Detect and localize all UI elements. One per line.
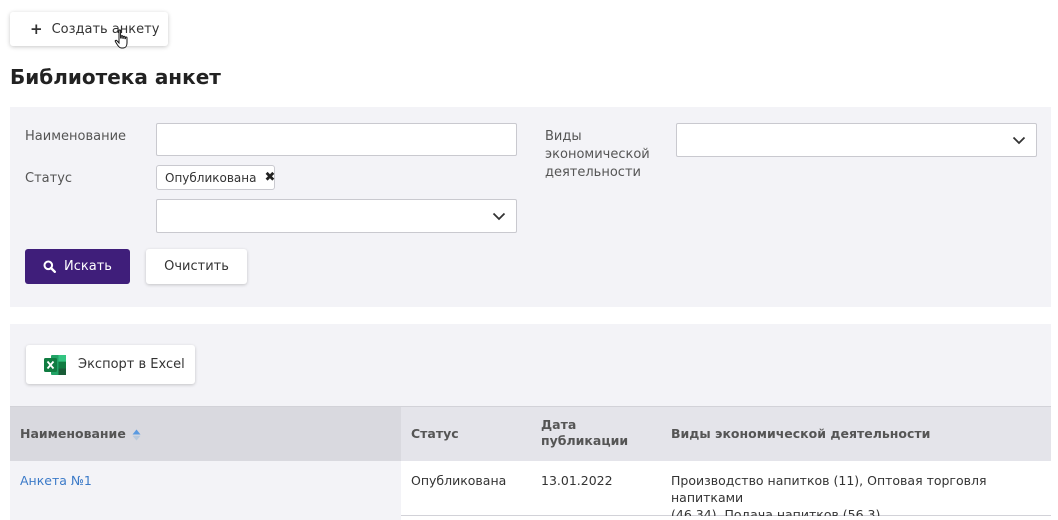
row-status: Опубликована [411, 473, 507, 488]
table-header: Наименование Статус Дата публикации Виды… [10, 406, 1051, 461]
sort-icon[interactable] [132, 429, 141, 441]
activity-select[interactable] [676, 123, 1037, 157]
name-filter-input[interactable] [156, 123, 517, 156]
hand-cursor-icon [114, 29, 128, 49]
export-excel-label: Экспорт в Excel [78, 357, 185, 372]
name-filter-label: Наименование [25, 129, 127, 144]
status-filter-label: Статус [25, 171, 73, 186]
row-name-cell [10, 516, 401, 520]
results-panel: Экспорт в Excel Наименование Статус Дата… [10, 324, 1051, 520]
header-name-label: Наименование [20, 426, 126, 441]
plus-icon: + [30, 19, 43, 38]
remove-tag-icon[interactable]: ✖ [264, 170, 275, 185]
table-row [10, 516, 1051, 520]
export-excel-button[interactable]: Экспорт в Excel [26, 345, 195, 384]
filter-panel: Наименование Статус Опубликована ✖ Виды … [10, 107, 1051, 307]
status-select[interactable] [156, 199, 517, 233]
header-activities[interactable]: Виды экономической деятельности [671, 426, 930, 442]
search-icon [43, 260, 57, 273]
row-activities-line1: Производство напитков (11), Оптовая торг… [671, 473, 987, 505]
create-survey-button[interactable]: + Создать анкету [10, 12, 168, 46]
header-date-line1: Дата [541, 417, 577, 432]
search-button-label: Искать [64, 259, 112, 274]
status-tag: Опубликована ✖ [156, 165, 275, 190]
survey-link[interactable]: Анкета №1 [20, 472, 92, 489]
clear-button[interactable]: Очистить [146, 249, 247, 284]
header-date[interactable]: Дата публикации [541, 417, 628, 449]
table-row: Анкета №1 Опубликована 13.01.2022 Произв… [10, 461, 1051, 520]
header-status[interactable]: Статус [411, 426, 459, 442]
search-button[interactable]: Искать [25, 249, 130, 284]
activity-label-line2: экономической [545, 147, 650, 162]
header-date-line2: публикации [541, 433, 629, 448]
chevron-down-icon [1012, 136, 1026, 145]
chevron-down-icon [492, 212, 506, 221]
status-tag-label: Опубликована [165, 170, 257, 185]
activity-filter-label: Виды экономической деятельности [545, 128, 650, 182]
excel-icon [44, 354, 66, 375]
header-name[interactable]: Наименование [20, 426, 141, 442]
row-activities: Производство напитков (11), Оптовая торг… [671, 472, 1041, 520]
activity-label-line3: деятельности [545, 165, 641, 180]
page-title: Библиотека анкет [10, 65, 221, 89]
row-date: 13.01.2022 [541, 473, 613, 488]
create-survey-label: Создать анкету [51, 21, 160, 37]
activity-label-line1: Виды [545, 129, 582, 144]
